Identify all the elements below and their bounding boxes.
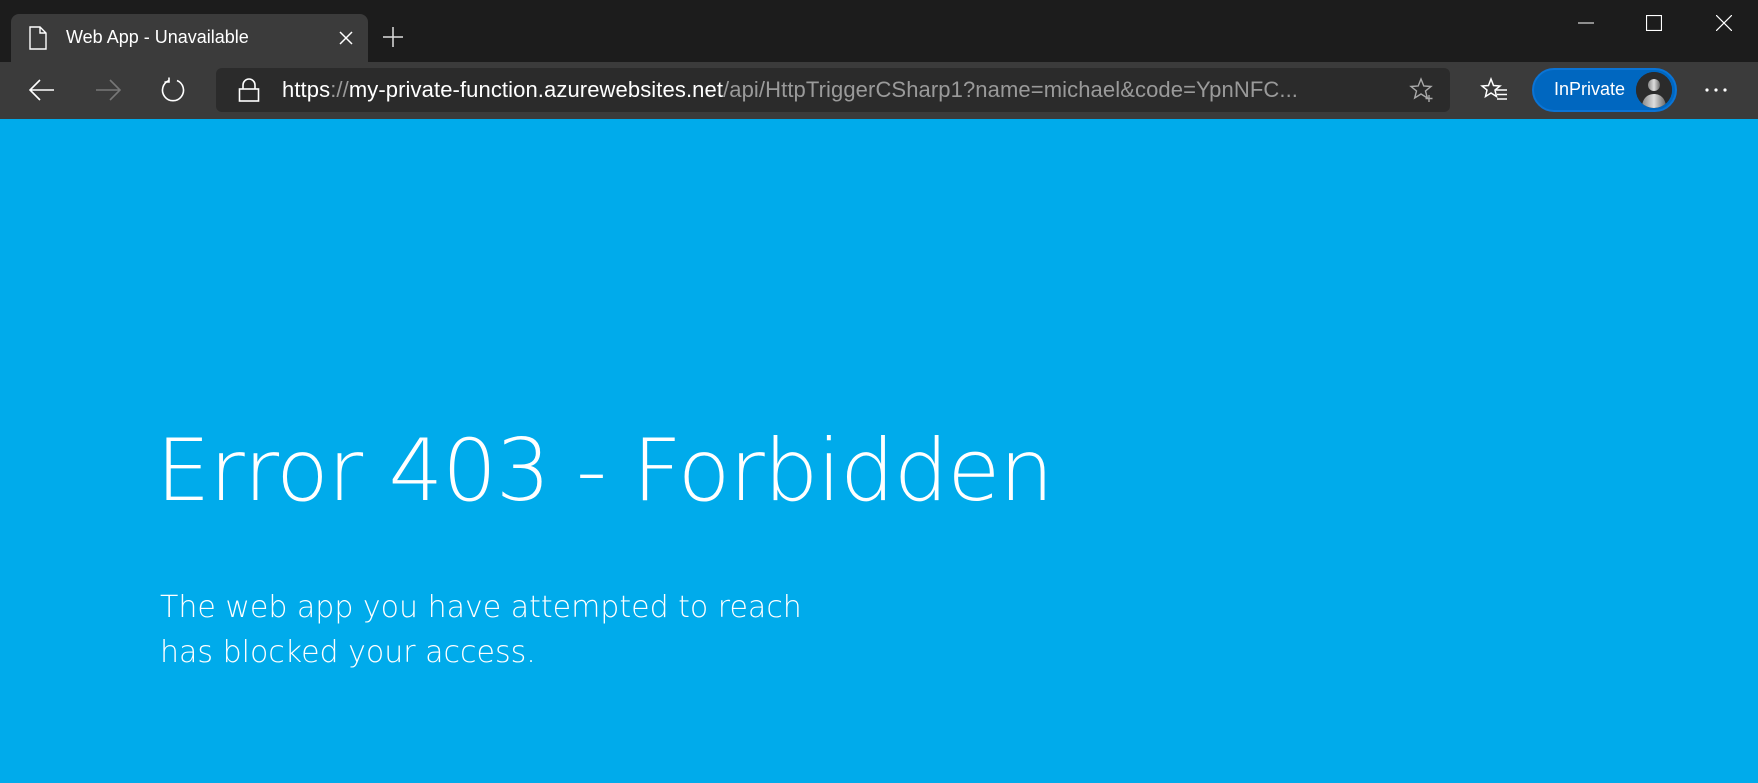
new-tab-button[interactable]	[378, 22, 408, 52]
lock-icon[interactable]	[238, 78, 260, 102]
refresh-icon	[161, 77, 185, 102]
person-icon	[1636, 72, 1672, 108]
url-text[interactable]: https://my-private-function.azurewebsite…	[282, 77, 1298, 103]
close-icon	[339, 31, 353, 45]
ellipsis-icon	[1705, 88, 1727, 92]
page-icon	[29, 26, 47, 50]
minimize-button[interactable]	[1552, 0, 1620, 46]
browser-toolbar: https://my-private-function.azurewebsite…	[0, 62, 1758, 119]
inprivate-profile-button[interactable]: InPrivate	[1532, 68, 1677, 112]
maximize-button[interactable]	[1620, 0, 1688, 46]
url-scheme: https	[282, 77, 331, 102]
minimize-icon	[1578, 22, 1594, 24]
error-title: Error 403 - Forbidden	[156, 421, 1054, 521]
tab-title: Web App - Unavailable	[66, 27, 249, 47]
reload-button[interactable]	[153, 70, 193, 110]
arrow-left-icon	[29, 79, 54, 101]
forward-button[interactable]	[88, 70, 128, 110]
back-button[interactable]	[22, 70, 62, 110]
plus-icon	[383, 27, 403, 47]
favorites-button[interactable]	[1478, 74, 1510, 106]
maximize-icon	[1646, 15, 1662, 31]
star-plus-icon	[1409, 77, 1433, 102]
settings-and-more-button[interactable]	[1698, 74, 1734, 106]
tab-close-button[interactable]	[334, 26, 358, 50]
error-description: The web app you have attempted to reach …	[160, 590, 802, 670]
arrow-right-icon	[96, 79, 121, 101]
inprivate-label: InPrivate	[1554, 79, 1626, 99]
url-separator: ://	[330, 77, 349, 102]
page-content: Error 403 - Forbidden The web app you ha…	[0, 119, 1758, 783]
tab-web-app-unavailable[interactable]: Web App - Unavailable	[11, 14, 368, 62]
close-icon	[1716, 15, 1732, 31]
url-path: /api/HttpTriggerCSharp1?name=michael&cod…	[723, 77, 1298, 102]
address-bar[interactable]: https://my-private-function.azurewebsite…	[216, 68, 1450, 112]
title-bar: Web App - Unavailable	[0, 0, 1758, 62]
add-favorite-button[interactable]	[1408, 76, 1436, 104]
url-host: my-private-function.azurewebsites.net	[348, 77, 724, 102]
favorites-list-icon	[1480, 77, 1507, 100]
window-close-button[interactable]	[1690, 0, 1758, 46]
